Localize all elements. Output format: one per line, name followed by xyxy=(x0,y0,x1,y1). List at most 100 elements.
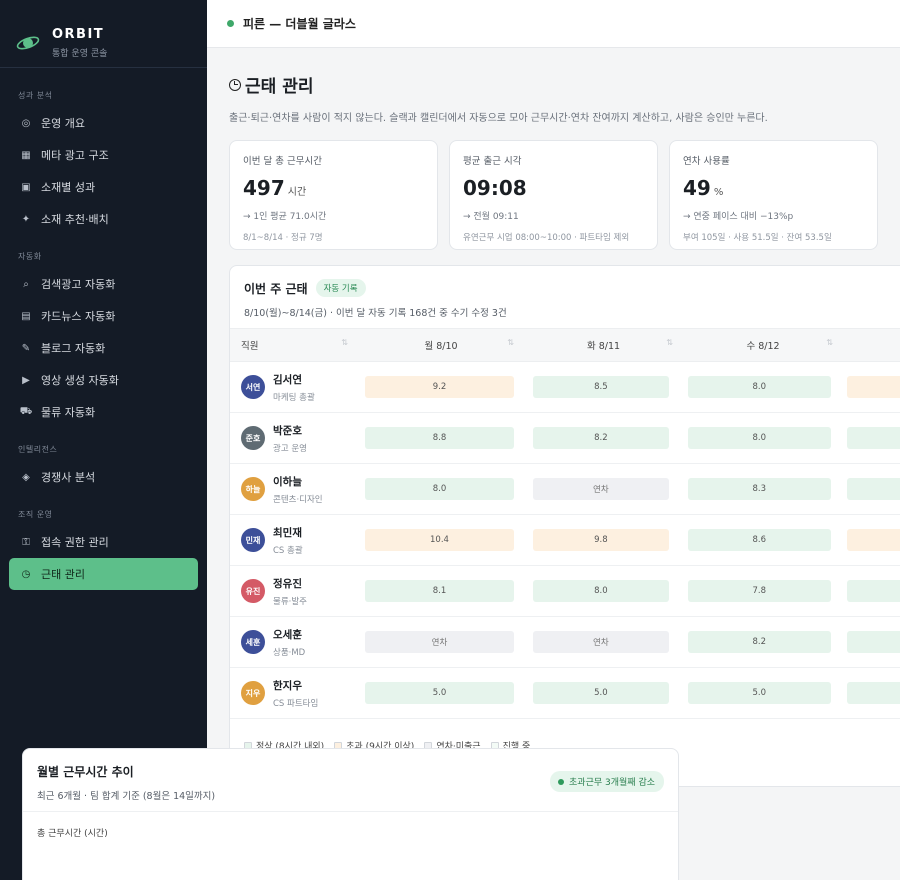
kpi-row: 이번 달 총 근무시간 497 시간 → 1인 평균 71.0시간 8/1~8/14 ·… xyxy=(229,140,878,250)
sidebar-item[interactable]: ⛟ 물류 자동화 xyxy=(9,396,198,428)
kpi-number: 49 xyxy=(683,176,711,200)
sidebar-item[interactable]: ▤ 카드뉴스 자동화 xyxy=(9,300,198,332)
day-cell-wrap: 8.3 xyxy=(680,478,839,500)
employee-name: 김서연 xyxy=(273,373,302,386)
table-row[interactable]: 민재 최민재 CS 총괄 10.4 9.8 8.6 xyxy=(230,515,900,566)
sidebar-item[interactable]: ✎ 블로그 자동화 xyxy=(9,332,198,364)
hours-cell[interactable]: 8.0 xyxy=(687,427,831,449)
day-cell-wrap xyxy=(839,631,900,653)
sidebar-item[interactable]: ◈ 경쟁사 분석 xyxy=(9,461,198,493)
hours-cell[interactable]: 8.0 xyxy=(365,478,514,500)
day-cell-wrap: 8.2 xyxy=(522,427,680,449)
sort-icon[interactable]: ⇅ xyxy=(826,338,833,347)
avatar: 민재 xyxy=(241,528,265,552)
hours-cell[interactable]: 8.2 xyxy=(687,631,831,653)
avatar: 지우 xyxy=(241,681,265,705)
sidebar-section-title: 성과 분석 xyxy=(18,91,53,100)
diamond-icon: ◈ xyxy=(22,471,30,483)
hours-cell[interactable]: 8.8 xyxy=(365,427,514,449)
day-cell-wrap: 연차 xyxy=(522,478,680,500)
overtime-trend-label: 초과근무 3개월째 감소 xyxy=(569,778,655,788)
sidebar-item-label: 근태 관리 xyxy=(41,568,85,581)
table-column-header[interactable]: 화 8/11 ⇅ xyxy=(524,338,683,352)
sidebar-item[interactable]: ⌕ 검색광고 자동화 xyxy=(9,268,198,300)
hours-cell[interactable]: 8.5 xyxy=(532,376,669,398)
clock-icon: ◷ xyxy=(21,568,31,580)
hours-cell[interactable]: 9.2 xyxy=(365,376,514,398)
auto-record-badge: 자동 기록 xyxy=(315,279,366,297)
sidebar-item[interactable]: ✦ 소재 추천·배치 xyxy=(9,203,198,235)
hours-cell[interactable] xyxy=(846,427,900,449)
kpi-label: 평균 출근 시각 xyxy=(463,156,522,167)
sort-icon[interactable]: ⇅ xyxy=(507,338,514,347)
table-row[interactable]: 서연 김서연 마케팅 총괄 9.2 8.5 8.0 xyxy=(230,362,900,413)
hours-cell[interactable]: 7.8 xyxy=(687,580,831,602)
employee-role: 물류·발주 xyxy=(273,596,307,607)
sidebar-item[interactable]: ◎ 운영 개요 xyxy=(9,107,198,139)
hours-cell[interactable]: 8.1 xyxy=(365,580,514,602)
hours-cell[interactable]: 5.0 xyxy=(687,682,831,704)
table-column-header[interactable]: 수 8/12 ⇅ xyxy=(683,338,843,352)
sidebar-item[interactable]: ⚿ 접속 권한 관리 xyxy=(9,526,198,558)
topbar: 피른 — 더블월 글라스 xyxy=(207,0,900,48)
table-row[interactable]: 준호 박준호 광고 운영 8.8 8.2 8.0 xyxy=(230,413,900,464)
workspace-breadcrumb[interactable]: 피른 — 더블월 글라스 xyxy=(243,15,356,32)
kpi-card: 연차 사용률 49% → 연중 페이스 대비 −13%p 부여 105일 · 사용 5… xyxy=(669,140,878,250)
employee-role: 마케팅 총괄 xyxy=(273,392,315,403)
sidebar-item-label: 메타 광고 구조 xyxy=(41,149,109,162)
employee-role: CS 파트타임 xyxy=(273,698,319,709)
sort-icon[interactable]: ⇅ xyxy=(666,338,673,347)
sidebar-item-label: 카드뉴스 자동화 xyxy=(41,310,116,323)
brand[interactable]: ORBIT 통합 운영 콘솔 xyxy=(0,0,207,68)
kpi-card: 이번 달 총 근무시간 497 시간 → 1인 평균 71.0시간 8/1~8/14 ·… xyxy=(229,140,438,250)
hours-cell[interactable] xyxy=(846,682,900,704)
column-header-label: 직원 xyxy=(241,341,259,352)
hours-cell[interactable]: 9.8 xyxy=(532,529,669,551)
column-header-label: 수 8/12 xyxy=(746,341,780,352)
sort-icon[interactable]: ⇅ xyxy=(341,338,348,347)
sidebar-item-label: 경쟁사 분석 xyxy=(41,471,96,484)
hours-cell[interactable] xyxy=(846,631,900,653)
employee-info: 이하늘 콘텐츠·디자인 xyxy=(273,474,323,505)
employee-info: 정유진 물류·발주 xyxy=(273,576,307,607)
employee-name: 한지우 xyxy=(273,679,302,692)
hours-cell[interactable] xyxy=(846,478,900,500)
sidebar-item[interactable]: ◷ 근태 관리 xyxy=(9,558,198,590)
hours-cell[interactable]: 8.0 xyxy=(687,376,831,398)
avatar: 유진 xyxy=(241,579,265,603)
employee-name: 최민재 xyxy=(273,526,302,539)
table-row[interactable]: 유진 정유진 물류·발주 8.1 8.0 7.8 xyxy=(230,566,900,617)
day-cell-wrap: 5.0 xyxy=(680,682,839,704)
hours-cell[interactable]: 10.4 xyxy=(365,529,514,551)
employee-info: 최민재 CS 총괄 xyxy=(273,525,303,556)
day-cell-wrap: 9.8 xyxy=(522,529,680,551)
table-column-header[interactable]: 월 8/10 ⇅ xyxy=(358,338,524,352)
employee-info: 박준호 광고 운영 xyxy=(273,423,307,454)
hours-cell[interactable]: 5.0 xyxy=(365,682,514,704)
hours-cell[interactable]: 5.0 xyxy=(532,682,669,704)
kpi-value: 497 시간 xyxy=(243,176,424,200)
table-row[interactable]: 지우 한지우 CS 파트타임 5.0 5.0 5.0 xyxy=(230,668,900,719)
hours-cell[interactable]: 8.0 xyxy=(532,580,669,602)
hours-cell[interactable] xyxy=(846,580,900,602)
sidebar-item[interactable]: ▦ 메타 광고 구조 xyxy=(9,139,198,171)
hours-cell[interactable]: 8.6 xyxy=(687,529,831,551)
sidebar-nav: 성과 분석 ◎ 운영 개요 ▦ 메타 광고 구조 ▣ 소재별 성과 ✦ 소재 추천·배치 자동화 ⌕… xyxy=(0,90,207,590)
sidebar-item[interactable]: ▣ 소재별 성과 xyxy=(9,171,198,203)
hours-cell[interactable]: 연차 xyxy=(365,631,514,653)
sidebar-item[interactable]: ▶ 영상 생성 자동화 xyxy=(9,364,198,396)
table-row[interactable]: 세훈 오세훈 상품·MD 연차 연차 8.2 xyxy=(230,617,900,668)
employee-role: 상품·MD xyxy=(273,647,306,658)
day-cell-wrap: 9.2 xyxy=(357,376,522,398)
hours-cell[interactable]: 8.2 xyxy=(532,427,669,449)
employee-info: 김서연마케팅 총괄 xyxy=(273,372,315,403)
table-column-header[interactable]: 직원 ⇅ xyxy=(230,338,358,352)
hours-cell[interactable] xyxy=(846,376,900,398)
hours-cell[interactable]: 연차 xyxy=(532,478,669,500)
table-row[interactable]: 하늘 이하늘 콘텐츠·디자인 8.0 연차 8.3 xyxy=(230,464,900,515)
hours-cell[interactable]: 연차 xyxy=(532,631,669,653)
employee-info: 한지우 CS 파트타임 xyxy=(273,678,318,709)
hours-cell[interactable] xyxy=(846,529,900,551)
day-cell-wrap xyxy=(839,580,900,602)
hours-cell[interactable]: 8.3 xyxy=(687,478,831,500)
